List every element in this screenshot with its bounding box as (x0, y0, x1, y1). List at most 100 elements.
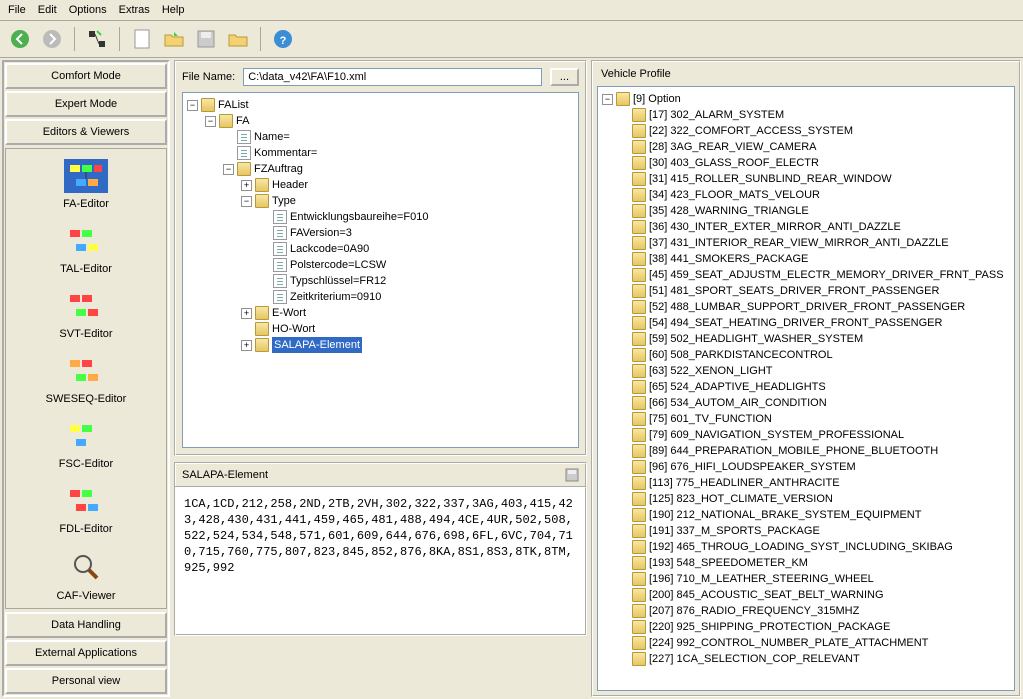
folder-icon (632, 620, 646, 634)
expand-icon[interactable]: − (205, 116, 216, 127)
vehicle-profile-tree[interactable]: −[9] Option [17] 302_ALARM_SYSTEM[22] 32… (597, 86, 1015, 691)
expand-icon[interactable]: − (223, 164, 234, 175)
expand-icon[interactable]: + (241, 180, 252, 191)
open-file-button[interactable] (160, 25, 188, 53)
profile-item[interactable]: [192] 465_THROUG_LOADING_SYST_INCLUDING_… (602, 539, 1010, 555)
back-button[interactable] (6, 25, 34, 53)
fdl-editor-icon (68, 488, 104, 514)
profile-item[interactable]: [59] 502_HEADLIGHT_WASHER_SYSTEM (602, 331, 1010, 347)
folder-icon (632, 140, 646, 154)
file-name-label: File Name: (182, 71, 235, 83)
toolbar: ? (0, 21, 1023, 58)
personal-view-button[interactable]: Personal view (5, 668, 167, 694)
folder-icon (632, 572, 646, 586)
profile-item[interactable]: [190] 212_NATIONAL_BRAKE_SYSTEM_EQUIPMEN… (602, 507, 1010, 523)
folder-icon (632, 444, 646, 458)
expand-icon[interactable]: − (187, 100, 198, 111)
external-applications-button[interactable]: External Applications (5, 640, 167, 666)
open-folder-button[interactable] (224, 25, 252, 53)
profile-item[interactable]: [28] 3AG_REAR_VIEW_CAMERA (602, 139, 1010, 155)
profile-item[interactable]: [35] 428_WARNING_TRIANGLE (602, 203, 1010, 219)
profile-item[interactable]: [193] 548_SPEEDOMETER_KM (602, 555, 1010, 571)
sidebar-item-fsc-editor[interactable]: FSC-Editor (8, 415, 164, 480)
folder-icon (632, 268, 646, 282)
profile-item[interactable]: [66] 534_AUTOM_AIR_CONDITION (602, 395, 1010, 411)
folder-icon (632, 380, 646, 394)
profile-item[interactable]: [30] 403_GLASS_ROOF_ELECTR (602, 155, 1010, 171)
profile-item[interactable]: [17] 302_ALARM_SYSTEM (602, 107, 1010, 123)
profile-item[interactable]: [200] 845_ACOUSTIC_SEAT_BELT_WARNING (602, 587, 1010, 603)
folder-icon (255, 322, 269, 336)
profile-item[interactable]: [31] 415_ROLLER_SUNBLIND_REAR_WINDOW (602, 171, 1010, 187)
menu-edit[interactable]: Edit (38, 4, 57, 16)
menu-help[interactable]: Help (162, 4, 185, 16)
profile-item[interactable]: [220] 925_SHIPPING_PROTECTION_PACKAGE (602, 619, 1010, 635)
profile-item[interactable]: [37] 431_INTERIOR_REAR_VIEW_MIRROR_ANTI_… (602, 235, 1010, 251)
folder-icon (201, 98, 215, 112)
menu-file[interactable]: File (8, 4, 26, 16)
help-button[interactable]: ? (269, 25, 297, 53)
profile-item[interactable]: [89] 644_PREPARATION_MOBILE_PHONE_BLUETO… (602, 443, 1010, 459)
browse-button[interactable]: ... (550, 68, 579, 86)
profile-item[interactable]: [51] 481_SPORT_SEATS_DRIVER_FRONT_PASSEN… (602, 283, 1010, 299)
profile-item[interactable]: [52] 488_LUMBAR_SUPPORT_DRIVER_FRONT_PAS… (602, 299, 1010, 315)
svt-editor-icon (68, 293, 104, 319)
profile-item[interactable]: [113] 775_HEADLINER_ANTHRACITE (602, 475, 1010, 491)
profile-item[interactable]: [22] 322_COMFORT_ACCESS_SYSTEM (602, 123, 1010, 139)
profile-item[interactable]: [63] 522_XENON_LIGHT (602, 363, 1010, 379)
folder-icon (632, 108, 646, 122)
folder-icon (632, 652, 646, 666)
profile-item[interactable]: [65] 524_ADAPTIVE_HEADLIGHTS (602, 379, 1010, 395)
folder-icon (632, 588, 646, 602)
folder-icon (632, 156, 646, 170)
selected-node[interactable]: SALAPA-Element (272, 337, 362, 353)
sidebar-item-fa-editor[interactable]: FA-Editor (8, 155, 164, 220)
expand-icon[interactable]: − (602, 94, 613, 105)
sidebar-item-svt-editor[interactable]: SVT-Editor (8, 285, 164, 350)
menu-options[interactable]: Options (69, 4, 107, 16)
editors-viewers-button[interactable]: Editors & Viewers (5, 119, 167, 145)
expand-icon[interactable]: + (241, 340, 252, 351)
profile-item[interactable]: [79] 609_NAVIGATION_SYSTEM_PROFESSIONAL (602, 427, 1010, 443)
profile-item[interactable]: [45] 459_SEAT_ADJUSTM_ELECTR_MEMORY_DRIV… (602, 267, 1010, 283)
sweseq-editor-icon (68, 358, 104, 384)
svg-text:?: ? (280, 35, 287, 47)
detail-body[interactable]: 1CA,1CD,212,258,2ND,2TB,2VH,302,322,337,… (174, 486, 587, 636)
profile-item[interactable]: [38] 441_SMOKERS_PACKAGE (602, 251, 1010, 267)
data-handling-button[interactable]: Data Handling (5, 612, 167, 638)
profile-item[interactable]: [207] 876_RADIO_FREQUENCY_315MHZ (602, 603, 1010, 619)
comfort-mode-button[interactable]: Comfort Mode (5, 63, 167, 89)
file-icon (273, 274, 287, 288)
fa-editor-icon (68, 163, 104, 189)
folder-icon (632, 220, 646, 234)
folder-icon (632, 364, 646, 378)
profile-item[interactable]: [227] 1CA_SELECTION_COP_RELEVANT (602, 651, 1010, 667)
sidebar: Comfort Mode Expert Mode Editors & Viewe… (2, 60, 170, 697)
disk-icon[interactable] (565, 468, 579, 482)
connect-button[interactable] (83, 25, 111, 53)
expand-icon[interactable]: − (241, 196, 252, 207)
profile-item[interactable]: [36] 430_INTER_EXTER_MIRROR_ANTI_DAZZLE (602, 219, 1010, 235)
file-icon (273, 226, 287, 240)
profile-item[interactable]: [191] 337_M_SPORTS_PACKAGE (602, 523, 1010, 539)
sidebar-item-sweseq-editor[interactable]: SWESEQ-Editor (8, 350, 164, 415)
menu-extras[interactable]: Extras (119, 4, 150, 16)
folder-icon (255, 178, 269, 192)
profile-item[interactable]: [196] 710_M_LEATHER_STEERING_WHEEL (602, 571, 1010, 587)
expand-icon[interactable]: + (241, 308, 252, 319)
profile-item[interactable]: [125] 823_HOT_CLIMATE_VERSION (602, 491, 1010, 507)
new-file-button[interactable] (128, 25, 156, 53)
profile-item[interactable]: [96] 676_HIFI_LOUDSPEAKER_SYSTEM (602, 459, 1010, 475)
profile-item[interactable]: [75] 601_TV_FUNCTION (602, 411, 1010, 427)
expert-mode-button[interactable]: Expert Mode (5, 91, 167, 117)
profile-item[interactable]: [60] 508_PARKDISTANCECONTROL (602, 347, 1010, 363)
sidebar-item-tal-editor[interactable]: TAL-Editor (8, 220, 164, 285)
sidebar-item-fdl-editor[interactable]: FDL-Editor (8, 480, 164, 545)
profile-item[interactable]: [54] 494_SEAT_HEATING_DRIVER_FRONT_PASSE… (602, 315, 1010, 331)
fa-tree[interactable]: −FAList −FA Name= Kommentar= −FZAuftrag … (182, 92, 579, 448)
forward-button (38, 25, 66, 53)
profile-item[interactable]: [224] 992_CONTROL_NUMBER_PLATE_ATTACHMEN… (602, 635, 1010, 651)
profile-item[interactable]: [34] 423_FLOOR_MATS_VELOUR (602, 187, 1010, 203)
file-name-input[interactable] (243, 68, 542, 86)
sidebar-item-caf-viewer[interactable]: CAF-Viewer (8, 545, 164, 609)
